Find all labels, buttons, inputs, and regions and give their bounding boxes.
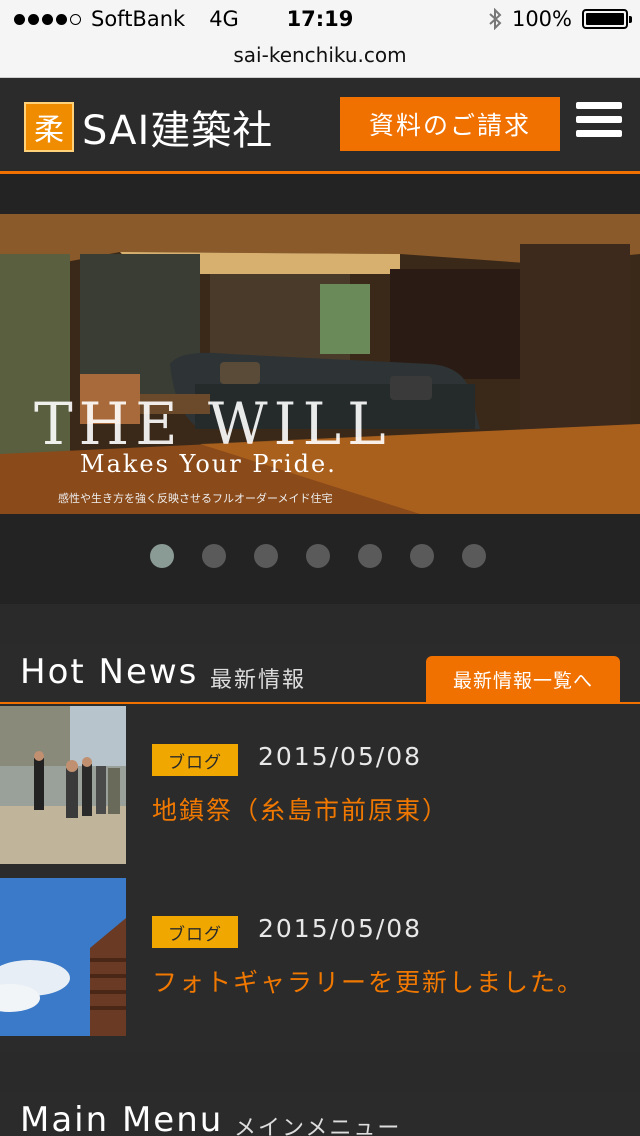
section-title: Main Menu bbox=[20, 1100, 224, 1136]
hero-slider: THE WILL Makes Your Pride. 感性や生き方を強く反映させ… bbox=[0, 174, 640, 604]
news-date: 2015/05/08 bbox=[258, 914, 423, 943]
hero-title: THE WILL bbox=[34, 390, 392, 458]
category-badge: ブログ bbox=[152, 916, 238, 948]
news-list-link[interactable]: 最新情報一覧へ bbox=[426, 656, 620, 702]
hero-caption: 感性や生き方を強く反映させるフルオーダーメイド住宅 bbox=[58, 492, 333, 505]
slide-dot-4[interactable] bbox=[306, 544, 330, 568]
logo-mark-icon: 柔 bbox=[24, 102, 74, 152]
news-item[interactable]: ブログ 2015/05/08 フォトギャラリーを更新しました。 bbox=[0, 878, 640, 1036]
url-text: sai-kenchiku.com bbox=[233, 43, 407, 67]
news-title[interactable]: 地鎮祭（糸島市前原東） bbox=[152, 788, 602, 834]
hero-subtitle: Makes Your Pride. bbox=[80, 450, 337, 478]
category-badge: ブログ bbox=[152, 744, 238, 776]
slide-dot-5[interactable] bbox=[358, 544, 382, 568]
news-item[interactable]: ブログ 2015/05/08 地鎮祭（糸島市前原東） bbox=[0, 706, 640, 864]
section-subtitle: 最新情報 bbox=[210, 668, 307, 693]
section-title: Hot News bbox=[20, 652, 199, 692]
section-subtitle: メインメニュー bbox=[234, 1116, 402, 1136]
slide-dot-7[interactable] bbox=[462, 544, 486, 568]
slider-pagination bbox=[150, 544, 486, 568]
status-bar: SoftBank 4G 17:19 100% bbox=[0, 0, 640, 40]
battery-percent: 100% bbox=[511, 7, 572, 31]
hot-news-section: Hot News 最新情報 最新情報一覧へ ブログ 2015/05/08 地鎮祭… bbox=[0, 644, 640, 1052]
address-bar[interactable]: sai-kenchiku.com bbox=[0, 40, 640, 78]
slide-dot-6[interactable] bbox=[410, 544, 434, 568]
status-right: 100% bbox=[488, 7, 632, 31]
news-title[interactable]: フォトギャラリーを更新しました。 bbox=[152, 960, 602, 1006]
logo-text: SAI建築社 bbox=[82, 108, 274, 154]
hero-image[interactable]: THE WILL Makes Your Pride. 感性や生き方を強く反映させ… bbox=[0, 214, 640, 514]
slide-dot-1[interactable] bbox=[150, 544, 174, 568]
news-thumbnail bbox=[0, 878, 126, 1036]
slide-dot-2[interactable] bbox=[202, 544, 226, 568]
news-thumbnail bbox=[0, 706, 126, 864]
slide-dot-3[interactable] bbox=[254, 544, 278, 568]
news-date: 2015/05/08 bbox=[258, 742, 423, 771]
bluetooth-icon bbox=[489, 8, 502, 30]
battery-icon bbox=[582, 9, 632, 29]
hamburger-menu-icon[interactable] bbox=[576, 102, 622, 142]
site-header: 柔 SAI建築社 資料のご請求 bbox=[0, 78, 640, 174]
main-menu-section: Main Menu メインメニュー bbox=[0, 1092, 640, 1136]
hot-news-header: Hot News 最新情報 最新情報一覧へ bbox=[0, 644, 640, 704]
request-materials-button[interactable]: 資料のご請求 bbox=[340, 97, 560, 151]
site-logo[interactable]: 柔 SAI建築社 bbox=[24, 98, 273, 156]
